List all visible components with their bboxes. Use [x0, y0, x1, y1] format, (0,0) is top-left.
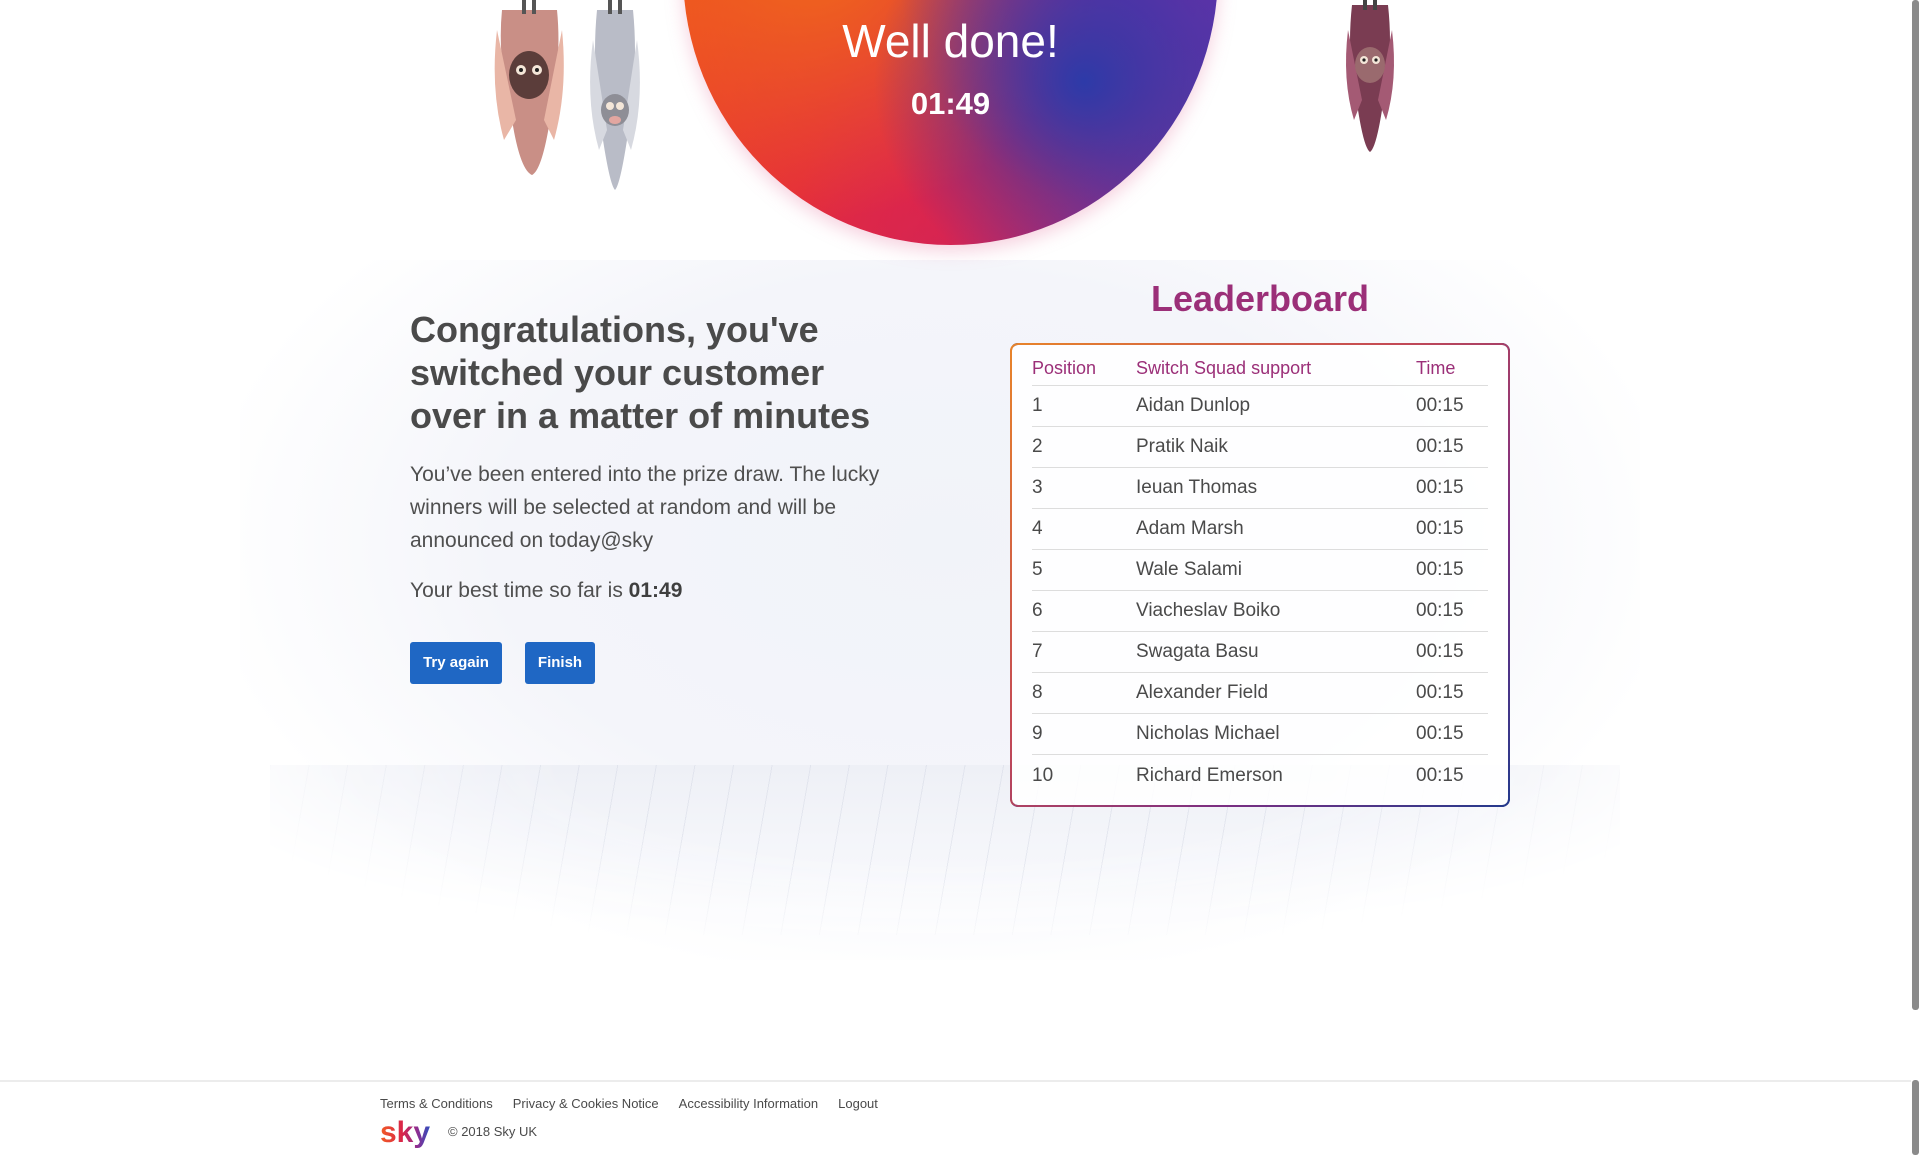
- row-name: Richard Emerson: [1136, 764, 1283, 786]
- scrollbar-thumb[interactable]: [1912, 0, 1919, 1010]
- row-name: Ieuan Thomas: [1136, 477, 1258, 498]
- footer-link-accessibility[interactable]: Accessibility Information: [679, 1096, 818, 1111]
- row-name: Pratik Naik: [1136, 436, 1228, 457]
- row-name: Viacheslav Boiko: [1136, 600, 1281, 621]
- sky-logo-icon: sky: [380, 1117, 430, 1149]
- best-time-text: Your best time so far is 01:49: [410, 579, 682, 603]
- row-name: Aidan Dunlop: [1136, 395, 1251, 416]
- column-header-position: Position: [1032, 358, 1097, 378]
- table-row: 2 Pratik Naik 00:15: [1032, 427, 1488, 468]
- row-time: 00:15: [1416, 395, 1464, 416]
- leaderboard-table: Position Switch Squad support Time 1 Aid…: [1010, 343, 1510, 807]
- finish-button[interactable]: Finish: [525, 642, 595, 684]
- bat-mascot-icon: [1346, 0, 1394, 152]
- table-row: 3 Ieuan Thomas 00:15: [1032, 468, 1488, 509]
- column-header-time: Time: [1416, 358, 1456, 378]
- row-position: 2: [1032, 436, 1043, 457]
- row-name: Swagata Basu: [1136, 641, 1259, 662]
- table-row: 8 Alexander Field 00:15: [1032, 673, 1488, 714]
- column-header-name: Switch Squad support: [1136, 358, 1312, 378]
- row-time: 00:15: [1416, 559, 1464, 580]
- row-name: Adam Marsh: [1136, 518, 1244, 539]
- table-row: 4 Adam Marsh 00:15: [1032, 509, 1488, 550]
- bat-mascot-icon: [590, 0, 640, 190]
- table-row: 10 Richard Emerson 00:15: [1032, 755, 1488, 796]
- footer-link-terms[interactable]: Terms & Conditions: [380, 1096, 493, 1111]
- footer-link-privacy[interactable]: Privacy & Cookies Notice: [513, 1096, 659, 1111]
- row-position: 1: [1032, 395, 1043, 416]
- table-row: 5 Wale Salami 00:15: [1032, 550, 1488, 591]
- row-time: 00:15: [1416, 518, 1464, 539]
- row-time: 00:15: [1416, 682, 1464, 703]
- row-name: Wale Salami: [1136, 559, 1242, 580]
- row-position: 3: [1032, 477, 1043, 498]
- row-position: 4: [1032, 518, 1043, 539]
- sky-logo-text: sky: [380, 1117, 430, 1149]
- table-row: 1 Aidan Dunlop 00:15: [1032, 386, 1488, 427]
- row-time: 00:15: [1416, 641, 1464, 662]
- row-position: 8: [1032, 682, 1043, 703]
- footer-links: Terms & Conditions Privacy & Cookies Not…: [380, 1096, 878, 1111]
- row-name: Nicholas Michael: [1136, 723, 1280, 744]
- row-position: 10: [1032, 764, 1054, 786]
- bat-mascot-icon: [494, 0, 564, 175]
- prize-draw-text: You’ve been entered into the prize draw.…: [410, 463, 880, 552]
- footer: Terms & Conditions Privacy & Cookies Not…: [0, 1080, 1911, 1155]
- row-position: 7: [1032, 641, 1043, 662]
- try-again-button[interactable]: Try again: [410, 642, 502, 684]
- leaderboard-title: Leaderboard: [1150, 278, 1370, 319]
- copyright-text: © 2018 Sky UK: [448, 1124, 538, 1139]
- footer-link-logout[interactable]: Logout: [838, 1096, 878, 1111]
- hero-title: Well done!: [842, 15, 1059, 67]
- row-name: Alexander Field: [1136, 682, 1269, 703]
- hero-time: 01:49: [910, 86, 991, 121]
- row-time: 00:15: [1416, 764, 1464, 786]
- table-row: 9 Nicholas Michael 00:15: [1032, 714, 1488, 755]
- best-time-prefix: Your best time so far is: [410, 579, 623, 602]
- row-position: 6: [1032, 600, 1043, 621]
- scrollbar-thumb-lower[interactable]: [1912, 1080, 1919, 1155]
- congratulations-heading: Congratulations, you've switched your cu…: [410, 309, 871, 436]
- row-time: 00:15: [1416, 436, 1464, 457]
- table-row: 7 Swagata Basu 00:15: [1032, 632, 1488, 673]
- leaderboard-header: Position Switch Squad support Time: [1032, 358, 1488, 386]
- table-row: 6 Viacheslav Boiko 00:15: [1032, 591, 1488, 632]
- row-time: 00:15: [1416, 723, 1464, 744]
- best-time-value: 01:49: [628, 579, 683, 602]
- row-position: 9: [1032, 723, 1043, 744]
- row-time: 00:15: [1416, 477, 1464, 498]
- row-position: 5: [1032, 559, 1043, 580]
- row-time: 00:15: [1416, 600, 1464, 621]
